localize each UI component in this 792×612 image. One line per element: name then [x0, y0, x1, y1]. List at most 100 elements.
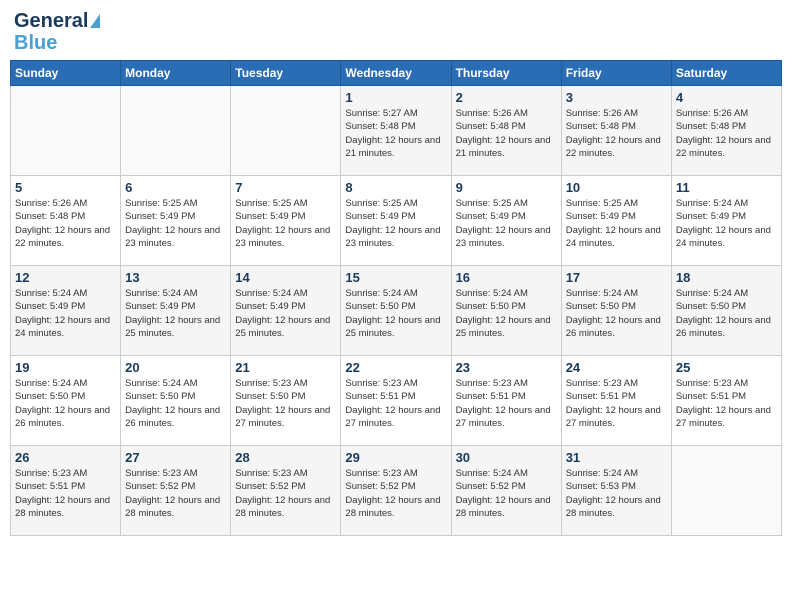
day-number: 27 — [125, 450, 226, 465]
calendar-cell: 16 Sunrise: 5:24 AM Sunset: 5:50 PM Dayli… — [451, 266, 561, 356]
day-number: 22 — [345, 360, 446, 375]
day-info: Sunrise: 5:25 AM Sunset: 5:49 PM Dayligh… — [125, 197, 226, 250]
calendar-week-row: 12 Sunrise: 5:24 AM Sunset: 5:49 PM Dayli… — [11, 266, 782, 356]
day-info: Sunrise: 5:25 AM Sunset: 5:49 PM Dayligh… — [345, 197, 446, 250]
day-number: 6 — [125, 180, 226, 195]
day-number: 9 — [456, 180, 557, 195]
calendar-cell: 20 Sunrise: 5:24 AM Sunset: 5:50 PM Dayli… — [121, 356, 231, 446]
day-info: Sunrise: 5:24 AM Sunset: 5:50 PM Dayligh… — [125, 377, 226, 430]
day-info: Sunrise: 5:26 AM Sunset: 5:48 PM Dayligh… — [676, 107, 777, 160]
day-number: 18 — [676, 270, 777, 285]
day-info: Sunrise: 5:24 AM Sunset: 5:50 PM Dayligh… — [345, 287, 446, 340]
calendar-cell: 31 Sunrise: 5:24 AM Sunset: 5:53 PM Dayli… — [561, 446, 671, 536]
calendar-cell: 1 Sunrise: 5:27 AM Sunset: 5:48 PM Daylig… — [341, 86, 451, 176]
day-info: Sunrise: 5:24 AM Sunset: 5:50 PM Dayligh… — [456, 287, 557, 340]
calendar-cell — [121, 86, 231, 176]
day-number: 31 — [566, 450, 667, 465]
calendar-cell: 4 Sunrise: 5:26 AM Sunset: 5:48 PM Daylig… — [671, 86, 781, 176]
day-info: Sunrise: 5:24 AM Sunset: 5:49 PM Dayligh… — [125, 287, 226, 340]
day-info: Sunrise: 5:23 AM Sunset: 5:51 PM Dayligh… — [566, 377, 667, 430]
day-number: 23 — [456, 360, 557, 375]
calendar-cell: 28 Sunrise: 5:23 AM Sunset: 5:52 PM Dayli… — [231, 446, 341, 536]
day-number: 25 — [676, 360, 777, 375]
day-info: Sunrise: 5:23 AM Sunset: 5:50 PM Dayligh… — [235, 377, 336, 430]
calendar-table: SundayMondayTuesdayWednesdayThursdayFrid… — [10, 60, 782, 536]
day-number: 20 — [125, 360, 226, 375]
calendar-cell: 27Sunrise: 5:23 AM Sunset: 5:52 PM Dayli… — [121, 446, 231, 536]
weekday-header: Wednesday — [341, 61, 451, 86]
calendar-header: SundayMondayTuesdayWednesdayThursdayFrid… — [11, 61, 782, 86]
calendar-cell: 5 Sunrise: 5:26 AM Sunset: 5:48 PM Daylig… — [11, 176, 121, 266]
calendar-week-row: 1 Sunrise: 5:27 AM Sunset: 5:48 PM Daylig… — [11, 86, 782, 176]
day-number: 29 — [345, 450, 446, 465]
logo-text-blue: Blue — [14, 32, 57, 54]
day-info: Sunrise: 5:23 AM Sunset: 5:51 PM Dayligh… — [15, 467, 116, 520]
page-header: General Blue — [10, 10, 782, 54]
day-info: Sunrise: 5:24 AM Sunset: 5:49 PM Dayligh… — [235, 287, 336, 340]
day-info: Sunrise: 5:25 AM Sunset: 5:49 PM Dayligh… — [235, 197, 336, 250]
day-number: 26 — [15, 450, 116, 465]
day-number: 3 — [566, 90, 667, 105]
day-number: 30 — [456, 450, 557, 465]
calendar-cell: 10Sunrise: 5:25 AM Sunset: 5:49 PM Dayli… — [561, 176, 671, 266]
day-info: Sunrise: 5:23 AM Sunset: 5:52 PM Dayligh… — [235, 467, 336, 520]
calendar-cell: 2 Sunrise: 5:26 AM Sunset: 5:48 PM Daylig… — [451, 86, 561, 176]
calendar-week-row: 5 Sunrise: 5:26 AM Sunset: 5:48 PM Daylig… — [11, 176, 782, 266]
day-number: 11 — [676, 180, 777, 195]
day-info: Sunrise: 5:24 AM Sunset: 5:52 PM Dayligh… — [456, 467, 557, 520]
logo: General Blue — [14, 10, 100, 54]
calendar-body: 1 Sunrise: 5:27 AM Sunset: 5:48 PM Daylig… — [11, 86, 782, 536]
calendar-cell: 24 Sunrise: 5:23 AM Sunset: 5:51 PM Dayli… — [561, 356, 671, 446]
calendar-cell: 9Sunrise: 5:25 AM Sunset: 5:49 PM Daylig… — [451, 176, 561, 266]
logo-triangle-icon — [90, 14, 100, 28]
day-number: 2 — [456, 90, 557, 105]
day-info: Sunrise: 5:23 AM Sunset: 5:52 PM Dayligh… — [345, 467, 446, 520]
calendar-cell: 13 Sunrise: 5:24 AM Sunset: 5:49 PM Dayli… — [121, 266, 231, 356]
weekday-header: Sunday — [11, 61, 121, 86]
calendar-cell: 19 Sunrise: 5:24 AM Sunset: 5:50 PM Dayli… — [11, 356, 121, 446]
day-number: 5 — [15, 180, 116, 195]
day-number: 8 — [345, 180, 446, 195]
day-info: Sunrise: 5:23 AM Sunset: 5:51 PM Dayligh… — [676, 377, 777, 430]
day-number: 24 — [566, 360, 667, 375]
calendar-cell: 25 Sunrise: 5:23 AM Sunset: 5:51 PM Dayli… — [671, 356, 781, 446]
day-number: 17 — [566, 270, 667, 285]
calendar-cell — [11, 86, 121, 176]
day-info: Sunrise: 5:24 AM Sunset: 5:49 PM Dayligh… — [676, 197, 777, 250]
day-info: Sunrise: 5:26 AM Sunset: 5:48 PM Dayligh… — [566, 107, 667, 160]
calendar-cell: 21 Sunrise: 5:23 AM Sunset: 5:50 PM Dayli… — [231, 356, 341, 446]
day-info: Sunrise: 5:24 AM Sunset: 5:50 PM Dayligh… — [676, 287, 777, 340]
day-info: Sunrise: 5:26 AM Sunset: 5:48 PM Dayligh… — [15, 197, 116, 250]
calendar-cell: 30 Sunrise: 5:24 AM Sunset: 5:52 PM Dayli… — [451, 446, 561, 536]
day-number: 19 — [15, 360, 116, 375]
day-number: 7 — [235, 180, 336, 195]
day-info: Sunrise: 5:24 AM Sunset: 5:50 PM Dayligh… — [566, 287, 667, 340]
weekday-header: Thursday — [451, 61, 561, 86]
weekday-header: Saturday — [671, 61, 781, 86]
day-number: 4 — [676, 90, 777, 105]
day-number: 12 — [15, 270, 116, 285]
calendar-cell: 22Sunrise: 5:23 AM Sunset: 5:51 PM Dayli… — [341, 356, 451, 446]
weekday-header: Tuesday — [231, 61, 341, 86]
calendar-cell — [671, 446, 781, 536]
calendar-week-row: 26 Sunrise: 5:23 AM Sunset: 5:51 PM Dayli… — [11, 446, 782, 536]
day-number: 28 — [235, 450, 336, 465]
calendar-cell: 8 Sunrise: 5:25 AM Sunset: 5:49 PM Daylig… — [341, 176, 451, 266]
day-info: Sunrise: 5:24 AM Sunset: 5:53 PM Dayligh… — [566, 467, 667, 520]
day-number: 16 — [456, 270, 557, 285]
day-number: 14 — [235, 270, 336, 285]
day-number: 21 — [235, 360, 336, 375]
day-number: 1 — [345, 90, 446, 105]
day-info: Sunrise: 5:27 AM Sunset: 5:48 PM Dayligh… — [345, 107, 446, 160]
day-number: 13 — [125, 270, 226, 285]
calendar-cell: 29 Sunrise: 5:23 AM Sunset: 5:52 PM Dayli… — [341, 446, 451, 536]
calendar-cell: 11 Sunrise: 5:24 AM Sunset: 5:49 PM Dayli… — [671, 176, 781, 266]
day-info: Sunrise: 5:26 AM Sunset: 5:48 PM Dayligh… — [456, 107, 557, 160]
day-number: 15 — [345, 270, 446, 285]
calendar-cell — [231, 86, 341, 176]
calendar-cell: 14 Sunrise: 5:24 AM Sunset: 5:49 PM Dayli… — [231, 266, 341, 356]
day-info: Sunrise: 5:24 AM Sunset: 5:50 PM Dayligh… — [15, 377, 116, 430]
day-info: Sunrise: 5:23 AM Sunset: 5:51 PM Dayligh… — [456, 377, 557, 430]
day-info: Sunrise: 5:25 AM Sunset: 5:49 PM Dayligh… — [566, 197, 667, 250]
calendar-cell: 18 Sunrise: 5:24 AM Sunset: 5:50 PM Dayli… — [671, 266, 781, 356]
